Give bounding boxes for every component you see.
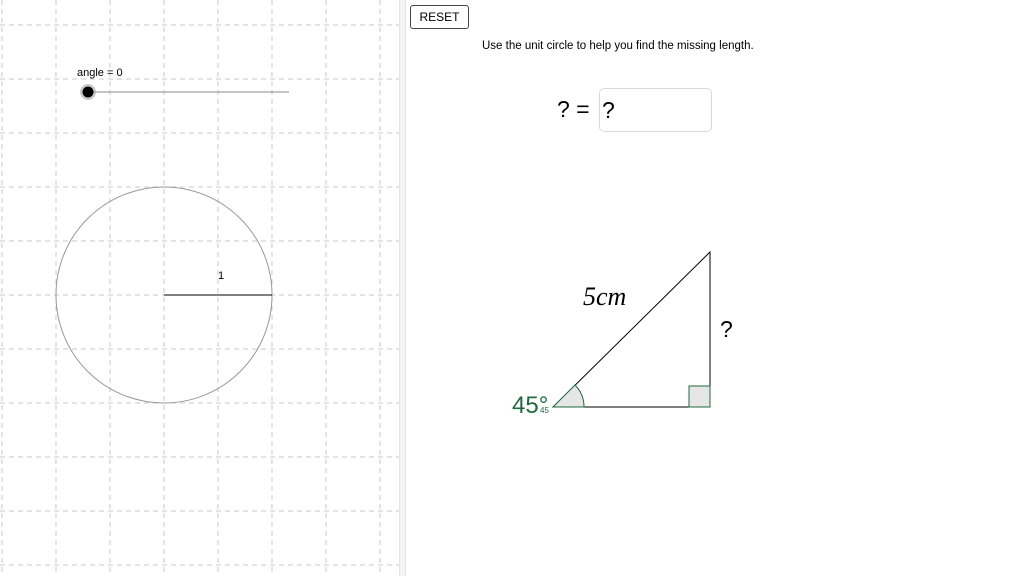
- right-graphics-view: 5cm ? 45° 45: [406, 0, 1024, 576]
- right-canvas: 5cm ? 45° 45: [512, 250, 733, 419]
- opposite-side-label: ?: [720, 316, 733, 342]
- angle-wedge: [551, 384, 585, 408]
- geogebra-applet: 1 angle = 0 5cm ? 45° 45 RESET Use the u…: [0, 0, 1024, 576]
- hypotenuse-label: 5cm: [583, 282, 626, 311]
- angle-small-label: 45: [540, 406, 549, 415]
- answer-label: ? =: [557, 96, 590, 122]
- right-angle-marker: [688, 385, 711, 408]
- view-divider[interactable]: [399, 0, 406, 576]
- answer-input[interactable]: [599, 88, 712, 132]
- slider-label: angle = 0: [77, 67, 123, 79]
- instruction-text: Use the unit circle to help you find the…: [482, 40, 754, 52]
- radius-label: 1: [218, 270, 224, 282]
- left-canvas[interactable]: 1: [0, 0, 399, 576]
- left-graphics-view[interactable]: 1 angle = 0: [0, 0, 399, 576]
- reset-button[interactable]: RESET: [410, 5, 469, 29]
- triangle: [551, 250, 711, 408]
- angle-slider-point[interactable]: [82, 86, 94, 98]
- grid: [0, 0, 399, 576]
